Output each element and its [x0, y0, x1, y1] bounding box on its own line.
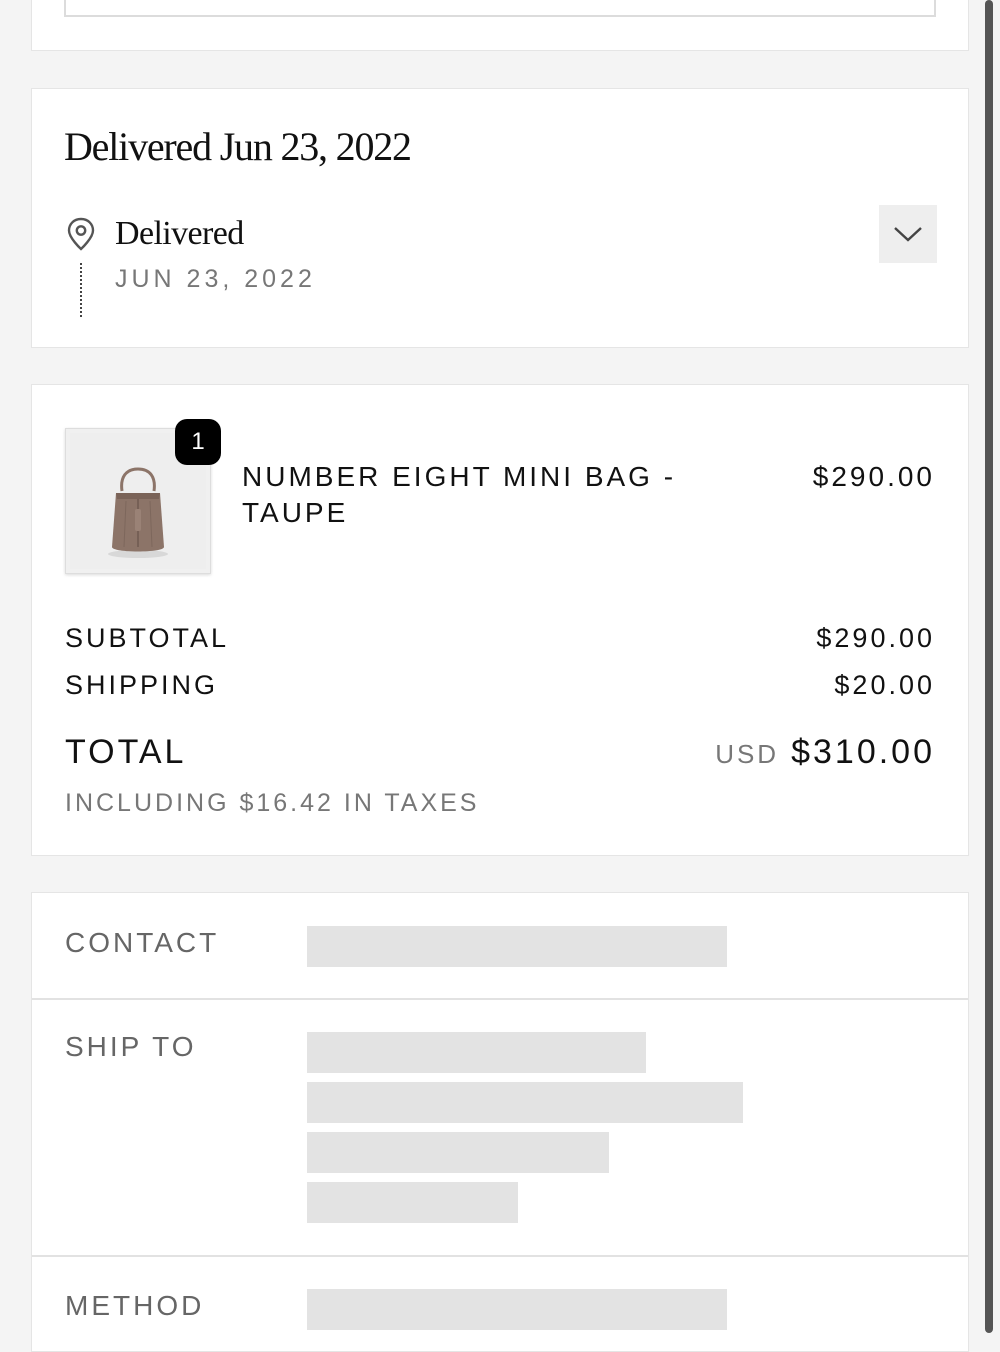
delivery-title: Delivered Jun 23, 2022 [64, 124, 412, 169]
total-label: TOTAL [65, 733, 187, 771]
scrollbar[interactable] [985, 0, 993, 1333]
timeline-line [80, 263, 82, 317]
customer-info-card: CONTACT SHIP TO METHOD [31, 892, 969, 1352]
delivery-status: Delivered [115, 215, 244, 252]
subtotal-value: $290.00 [816, 623, 935, 653]
product-name[interactable]: NUMBER EIGHT MINI BAG - TAUPE [242, 459, 722, 531]
divider [32, 998, 968, 1000]
product-price: $290.00 [812, 461, 935, 492]
total-amount: $310.00 [791, 733, 935, 771]
currency-code: USD [715, 739, 780, 769]
shipping-value: $20.00 [834, 670, 935, 700]
location-pin-icon [67, 217, 95, 251]
divider [32, 1255, 968, 1257]
contact-value-placeholder [307, 926, 727, 967]
total-value-group: USD $310.00 [715, 733, 935, 772]
address-line-placeholder [307, 1182, 518, 1223]
quantity-badge: 1 [175, 419, 221, 465]
address-line-placeholder [307, 1032, 646, 1073]
delivery-card: Delivered Jun 23, 2022 Delivered JUN 23,… [31, 88, 969, 348]
chevron-down-icon [894, 227, 922, 242]
previous-card [31, 0, 969, 51]
address-line-placeholder [307, 1132, 609, 1173]
subtotal-label: SUBTOTAL [65, 623, 230, 653]
delivery-date: JUN 23, 2022 [115, 265, 316, 293]
shipping-label: SHIPPING [65, 670, 219, 700]
order-summary-card: 1 NUMBER EIGHT MINI BAG - TAUPE $290.00 … [31, 384, 969, 856]
method-value-placeholder [307, 1289, 727, 1330]
contact-label: CONTACT [65, 927, 220, 958]
expand-tracking-button[interactable] [879, 205, 937, 263]
ship-to-label: SHIP TO [65, 1031, 197, 1062]
address-line-placeholder [307, 1082, 743, 1123]
text-field[interactable] [64, 0, 936, 17]
method-label: METHOD [65, 1290, 205, 1321]
tax-note: INCLUDING $16.42 IN TAXES [65, 789, 480, 817]
